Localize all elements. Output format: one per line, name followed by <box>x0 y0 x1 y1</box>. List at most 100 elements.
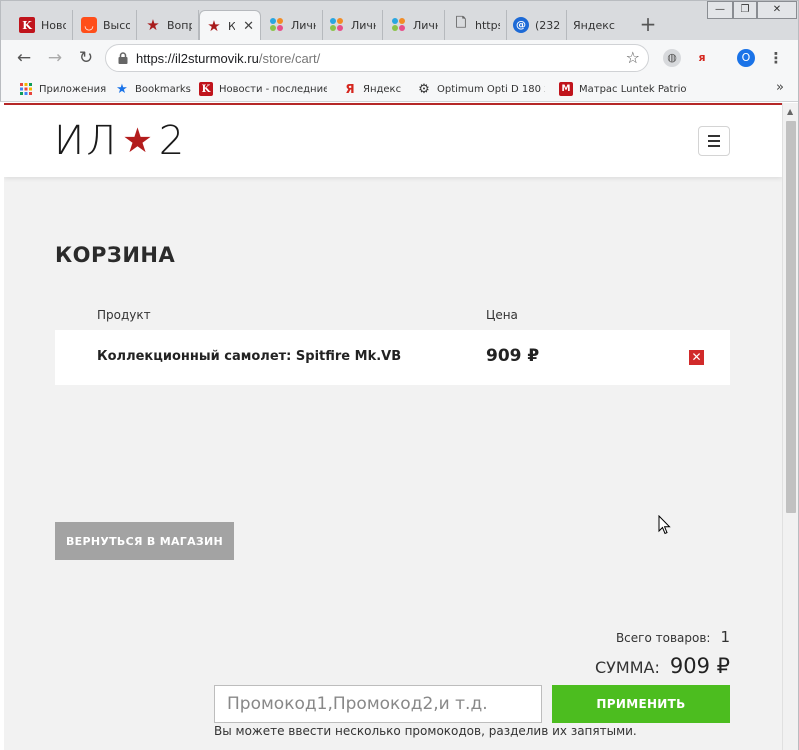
k-icon: K <box>19 17 35 33</box>
yandex-icon: Я <box>345 82 355 96</box>
page-scrollbar[interactable]: ▲ <box>782 103 798 750</box>
bookmark-label: Яндекс <box>363 83 402 95</box>
tab-title: Личн <box>351 18 376 32</box>
back-to-store-button[interactable]: ВЕРНУТЬСЯ В МАГАЗИН <box>55 522 234 560</box>
dots-icon <box>269 17 285 33</box>
k-icon: K <box>199 82 213 96</box>
bookmark-news[interactable]: K Новости - последние н <box>199 80 327 98</box>
url-host: https://il2sturmovik.ru <box>136 51 259 66</box>
tab-strip: K Ново ◡ Высо ★ Вопро ★ К ✕ Личн Личн Ли… <box>0 0 799 41</box>
back-arrow-icon[interactable]: ← <box>13 47 35 69</box>
total-sum-value: 909 ₽ <box>669 654 730 678</box>
lock-icon <box>118 52 128 64</box>
total-items-value: 1 <box>720 628 730 646</box>
browser-tab[interactable]: ◡ Высо <box>75 10 137 40</box>
total-sum-label: СУММА: <box>595 658 660 677</box>
bookmark-matras[interactable]: M Матрас Luntek Patriot <box>559 80 687 98</box>
bookmarks-overflow-button[interactable]: » <box>776 80 784 95</box>
browser-tab[interactable]: 🗋 https <box>447 10 507 40</box>
bookmark-label: Матрас Luntek Patriot <box>579 83 687 95</box>
new-tab-button[interactable]: + <box>637 13 659 35</box>
menu-kebab-icon[interactable]: ⋮ <box>767 49 785 67</box>
browser-tab[interactable]: ★ Вопро <box>139 10 199 40</box>
tab-title: Вопро <box>167 18 192 32</box>
bookmark-label: Optimum Opti D 180 x 2 <box>437 83 545 95</box>
apps-grid-icon <box>19 82 33 96</box>
browser-tab[interactable]: K Ново <box>13 10 73 40</box>
tab-title: Личн <box>413 18 438 32</box>
page-content: ИЛ ★ 2 КОРЗИНА Продукт Цена Коллекционны… <box>4 103 782 750</box>
promo-code-input[interactable] <box>214 685 542 723</box>
remove-item-icon[interactable]: ✕ <box>689 350 704 365</box>
browser-tab[interactable]: Яндекс <box>567 10 629 40</box>
total-sum: СУММА: 909 ₽ <box>595 654 730 678</box>
scrollbar-thumb[interactable] <box>786 121 796 513</box>
mouse-cursor-icon <box>658 515 671 535</box>
hamburger-line <box>708 135 720 137</box>
gear-icon: ⚙ <box>418 81 430 97</box>
star-icon: ★ <box>146 16 160 34</box>
site-header: ИЛ ★ 2 <box>4 105 782 177</box>
column-header-price: Цена <box>486 308 518 322</box>
page-title: КОРЗИНА <box>55 243 176 267</box>
aliexpress-icon: ◡ <box>81 17 97 33</box>
minimize-window-button[interactable]: — <box>707 1 733 19</box>
product-name[interactable]: Коллекционный самолет: Spitfire Mk.VB <box>97 349 401 364</box>
logo-text-left: ИЛ <box>54 118 119 164</box>
bookmark-bookmarks[interactable]: ★ Bookmarks <box>115 80 191 98</box>
document-icon: 🗋 <box>455 16 467 31</box>
url-path: /store/cart/ <box>258 51 321 66</box>
at-icon: @ <box>513 17 529 33</box>
bookmark-star-icon: ★ <box>116 81 128 97</box>
bookmark-yandex[interactable]: Я Яндекс <box>343 80 401 98</box>
scroll-up-arrow-icon[interactable]: ▲ <box>787 107 793 116</box>
tab-title: Личн <box>291 18 316 32</box>
bookmark-label: Bookmarks <box>135 83 191 95</box>
total-items: Всего товаров: 1 <box>616 628 730 646</box>
browser-tab[interactable]: Личн <box>323 10 383 40</box>
browser-toolbar: ← → ↻ https://il2sturmovik.ru/store/cart… <box>0 40 799 76</box>
bookmark-label: Новости - последние н <box>219 83 327 95</box>
site-logo[interactable]: ИЛ ★ 2 <box>54 118 187 164</box>
yandex-extension-icon[interactable]: я <box>693 49 711 67</box>
bookmark-star-icon[interactable]: ☆ <box>626 48 640 67</box>
bookmarks-bar: Приложения ★ Bookmarks K Новости - после… <box>0 76 799 102</box>
product-price: 909 ₽ <box>486 346 540 366</box>
globe-extension-icon[interactable]: ◍ <box>663 49 681 67</box>
apply-promo-button[interactable]: ПРИМЕНИТЬ <box>552 685 730 723</box>
m-icon: M <box>559 82 573 96</box>
maximize-window-button[interactable]: ❐ <box>733 1 757 19</box>
tab-title: (232) <box>535 18 560 32</box>
browser-tab[interactable]: Личн <box>263 10 323 40</box>
browser-tab-active[interactable]: ★ К ✕ <box>199 10 261 41</box>
reload-icon[interactable]: ↻ <box>75 47 97 69</box>
profile-avatar[interactable]: О <box>737 49 755 67</box>
browser-tab[interactable]: Личн <box>385 10 445 40</box>
tab-title: Яндекс <box>573 18 615 32</box>
tab-title: https <box>475 18 500 32</box>
dots-icon <box>329 17 345 33</box>
total-items-label: Всего товаров: <box>615 631 711 645</box>
hamburger-line <box>708 140 720 142</box>
tab-title: К <box>228 19 236 33</box>
url-text: https://il2sturmovik.ru/store/cart/ <box>136 51 320 66</box>
forward-arrow-icon[interactable]: → <box>44 47 66 69</box>
star-icon: ★ <box>207 17 221 35</box>
tab-title: Высо <box>103 18 130 32</box>
bookmark-optimum[interactable]: ⚙ Optimum Opti D 180 x 2 <box>417 80 545 98</box>
hamburger-line <box>708 145 720 147</box>
browser-tab[interactable]: @ (232) <box>507 10 567 40</box>
column-header-product: Продукт <box>97 308 151 322</box>
cart-item-row: Коллекционный самолет: Spitfire Mk.VB 90… <box>55 330 730 385</box>
logo-text-right: 2 <box>158 118 187 164</box>
tab-title: Ново <box>41 18 66 32</box>
address-bar[interactable]: https://il2sturmovik.ru/store/cart/ ☆ <box>105 44 649 72</box>
promo-hint-text: Вы можете ввести несколько промокодов, р… <box>214 724 637 738</box>
bookmark-label: Приложения <box>39 83 107 95</box>
close-window-button[interactable]: ✕ <box>757 1 797 19</box>
close-tab-icon[interactable]: ✕ <box>235 19 254 34</box>
red-star-icon: ★ <box>122 121 155 161</box>
dots-icon <box>391 17 407 33</box>
hamburger-menu-button[interactable] <box>698 126 730 156</box>
bookmark-apps[interactable]: Приложения <box>19 80 106 98</box>
